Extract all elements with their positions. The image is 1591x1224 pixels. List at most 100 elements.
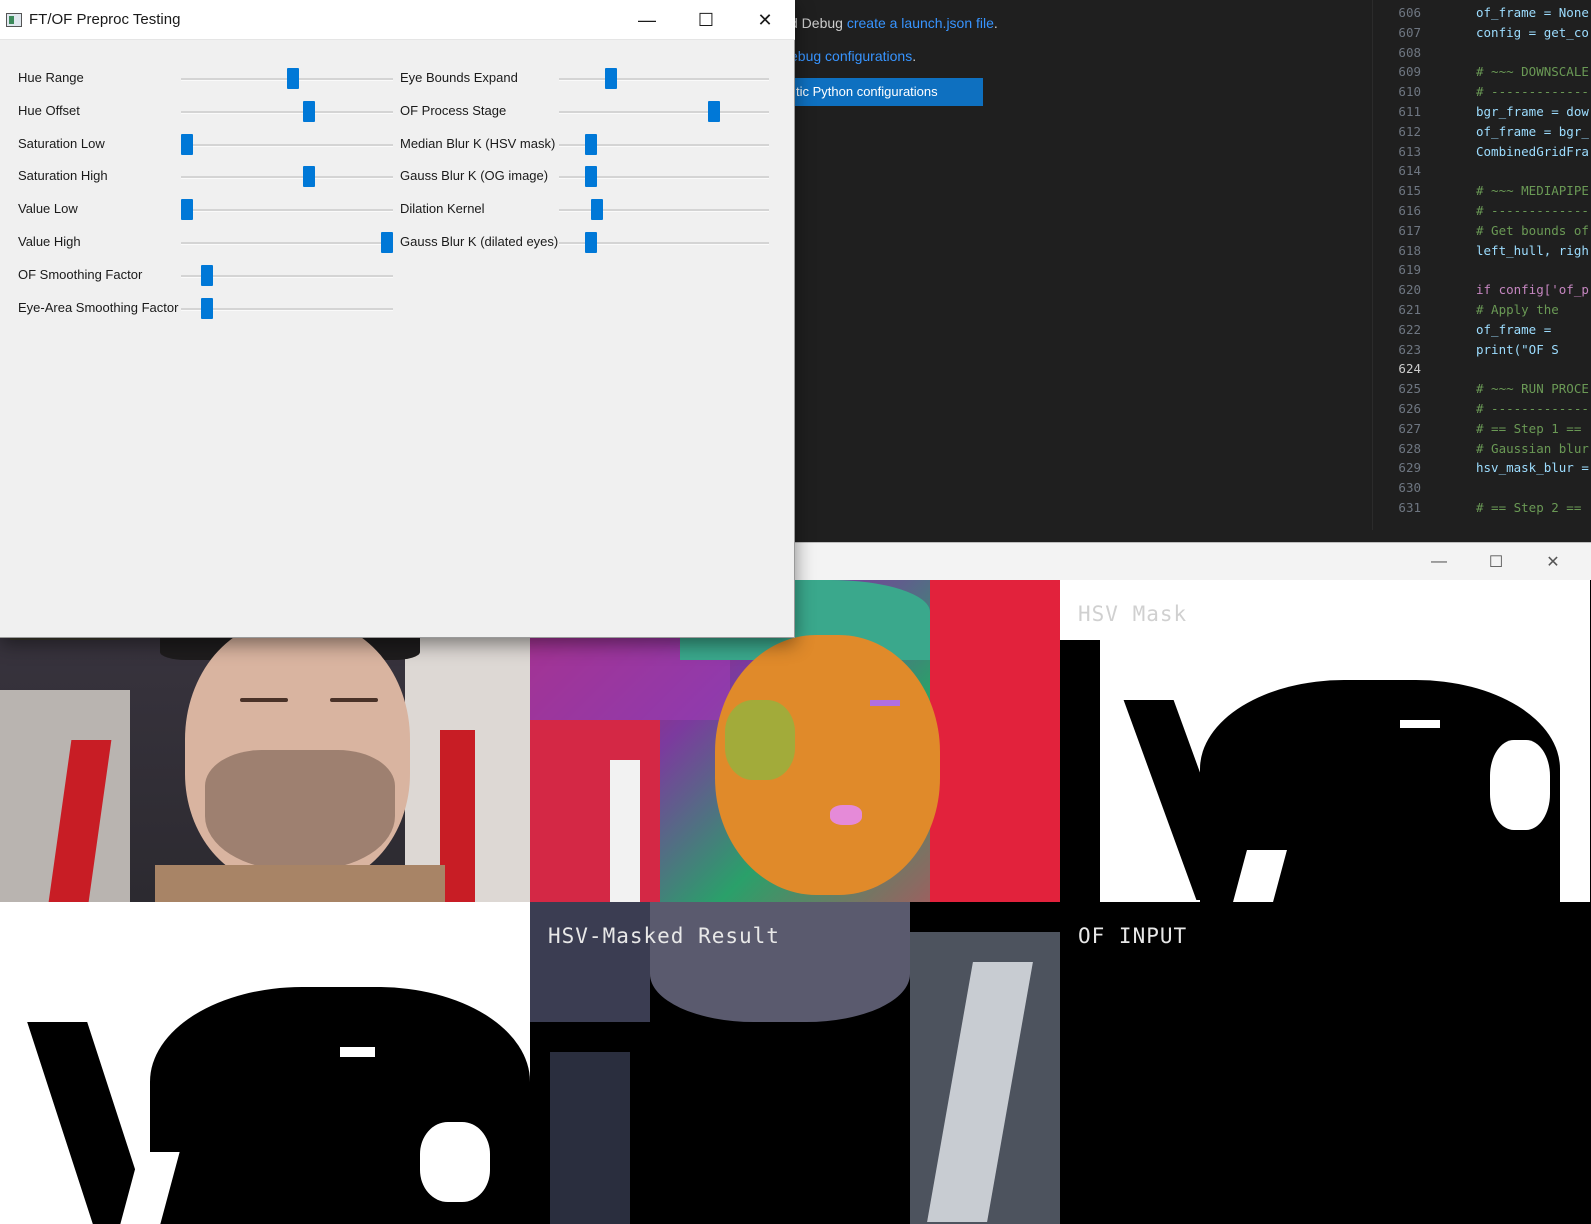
code-text: # Gaussian blur xyxy=(1476,440,1589,456)
minimize-button[interactable]: — xyxy=(624,0,670,40)
slider-thumb[interactable] xyxy=(584,133,597,155)
mask-eye-highlight xyxy=(1400,720,1440,728)
trackbar-window-titlebar[interactable]: FT/OF Preproc Testing — ☐ ✕ xyxy=(0,0,795,40)
code-line[interactable]: 623 print("OF S xyxy=(1373,342,1591,362)
code-line[interactable]: 607 config = get_co xyxy=(1373,25,1591,45)
slider-thumb[interactable] xyxy=(707,100,720,122)
code-line[interactable]: 609 # ~~~ DOWNSCALE xyxy=(1373,64,1591,84)
code-line[interactable]: 628 # Gaussian blur xyxy=(1373,441,1591,461)
code-line[interactable]: 629 hsv_mask_blur = xyxy=(1373,460,1591,480)
code-line[interactable]: 615 # ~~~ MEDIAPIPE xyxy=(1373,183,1591,203)
slider-thumb[interactable] xyxy=(287,68,299,89)
line-number: 607 xyxy=(1398,24,1421,40)
line-number: 612 xyxy=(1398,123,1421,139)
code-line[interactable]: 613 CombinedGridFra xyxy=(1373,144,1591,164)
code-line[interactable]: 606 of_frame = None xyxy=(1373,5,1591,25)
slider-thumb[interactable] xyxy=(181,133,193,155)
slider-thumb[interactable] xyxy=(381,232,393,253)
debug-configurations-link[interactable]: ebug configurations xyxy=(790,48,912,64)
code-line[interactable]: 625 # ~~~ RUN PROCE xyxy=(1373,381,1591,401)
line-number: 609 xyxy=(1398,64,1421,80)
code-line[interactable]: 611 bgr_frame = dow xyxy=(1373,104,1591,124)
python-configurations-button[interactable]: tic Python configurations xyxy=(786,78,983,106)
code-text: # Apply the xyxy=(1476,302,1559,317)
code-line[interactable]: 624 xyxy=(1373,361,1591,381)
shirt xyxy=(155,865,445,902)
code-line[interactable]: 617 # Get bounds of xyxy=(1373,223,1591,243)
slider-label: OF Smoothing Factor xyxy=(18,266,143,282)
code-text: bgr_frame = dow xyxy=(1476,104,1589,119)
slider-label: Value Low xyxy=(18,201,78,217)
code-text: left_hull, righ xyxy=(1476,242,1589,258)
display-window-titlebar[interactable]: — ☐ ✕ xyxy=(795,542,1591,580)
slider-thumb[interactable] xyxy=(181,199,193,221)
beard xyxy=(205,750,395,870)
mask-highlight xyxy=(1490,740,1550,830)
code-line[interactable]: 621 # Apply the xyxy=(1373,302,1591,322)
code-line[interactable]: 618 left_hull, righ xyxy=(1373,243,1591,263)
hsv-face-patch xyxy=(725,700,795,780)
close-button[interactable]: ✕ xyxy=(742,0,788,40)
slider-label: Gauss Blur K (dilated eyes) xyxy=(400,234,559,249)
slider-thumb[interactable] xyxy=(201,264,213,286)
line-number: 611 xyxy=(1398,104,1421,119)
slider-track[interactable] xyxy=(181,143,393,147)
slider-label: Eye Bounds Expand xyxy=(400,70,518,85)
slider-track[interactable] xyxy=(181,242,393,245)
line-number: 619 xyxy=(1398,262,1421,278)
code-line[interactable]: 616 # ------------- xyxy=(1373,203,1591,223)
slider-thumb[interactable] xyxy=(201,297,213,319)
slider-thumb[interactable] xyxy=(590,199,603,221)
slider-track[interactable] xyxy=(559,78,769,81)
code-line[interactable]: 610 # ------------- xyxy=(1373,84,1591,104)
slider-thumb[interactable] xyxy=(604,68,617,89)
mask2-eye-highlight xyxy=(340,1047,375,1057)
slider-thumb[interactable] xyxy=(584,166,597,188)
code-line[interactable]: 614 xyxy=(1373,163,1591,183)
code-text: # ------------- xyxy=(1476,203,1589,218)
line-number: 626 xyxy=(1398,401,1421,416)
slider-thumb[interactable] xyxy=(303,166,315,188)
line-number: 613 xyxy=(1398,143,1421,159)
code-line[interactable]: 622 of_frame = xyxy=(1373,322,1591,342)
slider-track[interactable] xyxy=(181,110,393,114)
code-line[interactable]: 620 if config['of_p xyxy=(1373,282,1591,302)
slider-thumb[interactable] xyxy=(584,232,597,253)
slider-label: Gauss Blur K (OG image) xyxy=(400,168,549,184)
trackbar-window: FT/OF Preproc Testing — ☐ ✕ Hue Range Hue… xyxy=(0,0,795,638)
code-line[interactable]: 626 # ------------- xyxy=(1373,401,1591,421)
create-launch-json-link[interactable]: create a launch.json file xyxy=(847,15,994,31)
slider-label: Dilation Kernel xyxy=(400,201,485,217)
code-line[interactable]: 630 xyxy=(1373,480,1591,500)
line-number: 618 xyxy=(1398,242,1421,258)
slider-track[interactable] xyxy=(559,110,769,114)
code-text: # ------------- xyxy=(1476,84,1589,100)
code-text: of_frame = None xyxy=(1476,5,1589,20)
code-line[interactable]: 619 xyxy=(1373,262,1591,282)
code-line[interactable]: 608 xyxy=(1373,45,1591,65)
code-line[interactable]: 627 # == Step 1 == xyxy=(1373,421,1591,441)
run-debug-text: d Debug create a launch.json file. xyxy=(790,15,998,31)
code-line[interactable]: 612 of_frame = bgr_ xyxy=(1373,124,1591,144)
processed-mask-image xyxy=(0,902,530,1224)
line-number: 621 xyxy=(1398,302,1421,317)
mask2-highlight xyxy=(420,1122,490,1202)
close-button[interactable]: ✕ xyxy=(1530,543,1576,581)
slider-track[interactable] xyxy=(181,209,393,213)
code-text: # == Step 1 == xyxy=(1476,420,1582,436)
code-editor[interactable]: 606 of_frame = None 607 config = get_co 608 6… xyxy=(1372,0,1591,530)
window-title: FT/OF Preproc Testing xyxy=(29,11,181,28)
maximize-button[interactable]: ☐ xyxy=(683,0,729,40)
code-line[interactable]: 631 # == Step 2 == xyxy=(1373,500,1591,520)
maximize-button[interactable]: ☐ xyxy=(1473,543,1519,581)
slider-label: OF Process Stage xyxy=(400,102,507,118)
line-number: 614 xyxy=(1398,163,1421,179)
code-text: # Get bounds of xyxy=(1476,222,1589,238)
run-debug-suffix: . xyxy=(993,15,998,31)
line-number: 625 xyxy=(1398,381,1421,397)
line-number: 628 xyxy=(1398,440,1421,456)
code-text: # ~~~ DOWNSCALE xyxy=(1476,64,1589,80)
minimize-button[interactable]: — xyxy=(1416,543,1462,581)
slider-thumb[interactable] xyxy=(303,100,315,122)
slider-track[interactable] xyxy=(181,176,393,180)
